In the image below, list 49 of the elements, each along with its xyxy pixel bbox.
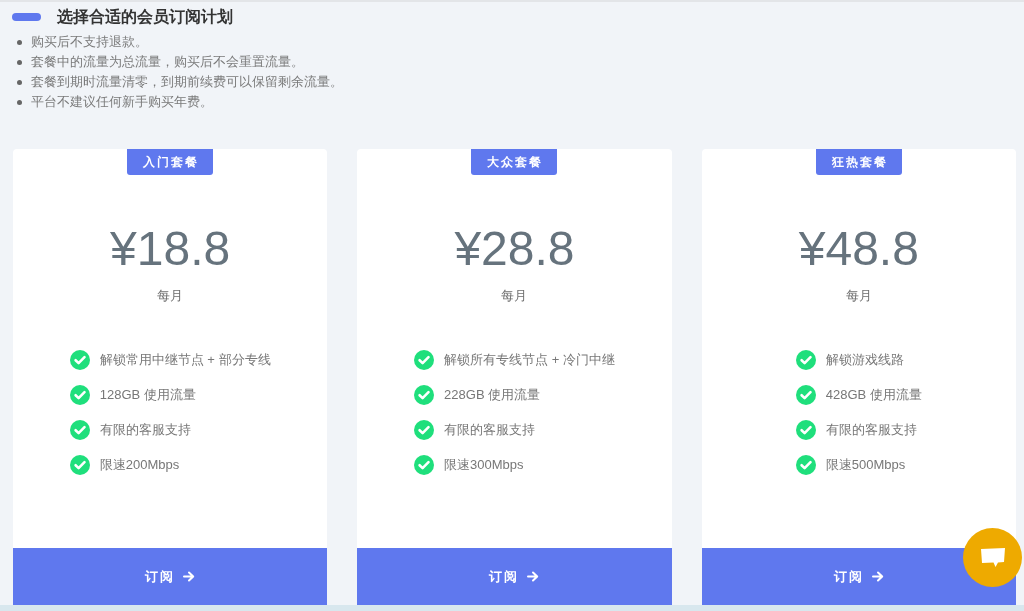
check-icon xyxy=(414,350,435,370)
note-text: 套餐到期时流量清零，到期前续费可以保留剩余流量。 xyxy=(31,74,343,90)
feature-text: 有限的客服支持 xyxy=(825,421,917,439)
price-period: 每月 xyxy=(157,287,184,305)
note-text: 套餐中的流量为总流量，购买后不会重置流量。 xyxy=(31,54,304,70)
bullet-icon xyxy=(17,99,22,105)
chat-bubble-icon xyxy=(979,546,1006,569)
feature-text: 有限的客服支持 xyxy=(444,421,536,439)
plan-price: ¥48.8 xyxy=(798,221,919,277)
bullet-icon xyxy=(17,59,22,65)
feature-text: 解锁常用中继节点 + 部分专线 xyxy=(99,351,271,369)
feature-text: 限速500Mbps xyxy=(825,456,906,474)
page-title: 选择合适的会员订阅计划 xyxy=(57,8,233,26)
plan-price: ¥28.8 xyxy=(454,221,575,277)
heading-accent xyxy=(12,13,41,21)
plan-badge: 狂热套餐 xyxy=(815,149,902,175)
arrow-right-icon xyxy=(871,571,884,582)
check-icon xyxy=(795,385,816,405)
price-period: 每月 xyxy=(845,287,872,305)
check-icon xyxy=(69,455,90,475)
feature-text: 428GB 使用流量 xyxy=(825,386,922,404)
feature-text: 解锁游戏线路 xyxy=(825,351,904,369)
bullet-icon xyxy=(17,79,22,85)
price-period: 每月 xyxy=(501,287,528,305)
check-icon xyxy=(69,385,90,405)
check-icon xyxy=(69,420,90,440)
note-text: 平台不建议任何新手购买年费。 xyxy=(31,94,213,110)
subscribe-button[interactable]: 订阅 xyxy=(13,548,328,605)
arrow-right-icon xyxy=(527,571,540,582)
feature-text: 限速200Mbps xyxy=(99,456,180,474)
plan-badge: 大众套餐 xyxy=(471,149,558,175)
subscribe-button[interactable]: 订阅 xyxy=(357,548,672,605)
bullet-icon xyxy=(17,39,22,45)
check-icon xyxy=(414,420,435,440)
plan-badge: 入门套餐 xyxy=(127,149,214,175)
feature-text: 128GB 使用流量 xyxy=(99,386,196,404)
check-icon xyxy=(414,455,435,475)
arrow-right-icon xyxy=(183,571,196,582)
check-icon xyxy=(795,420,816,440)
feature-text: 解锁所有专线节点 + 冷门中继 xyxy=(444,351,615,369)
feature-text: 限速300Mbps xyxy=(444,456,524,474)
check-icon xyxy=(414,385,435,405)
plan-price: ¥18.8 xyxy=(110,221,231,277)
check-icon xyxy=(69,350,90,370)
feature-text: 228GB 使用流量 xyxy=(444,386,541,404)
check-icon xyxy=(795,455,816,475)
check-icon xyxy=(795,350,816,370)
feature-text: 有限的客服支持 xyxy=(99,421,191,439)
note-text: 购买后不支持退款。 xyxy=(31,34,148,50)
